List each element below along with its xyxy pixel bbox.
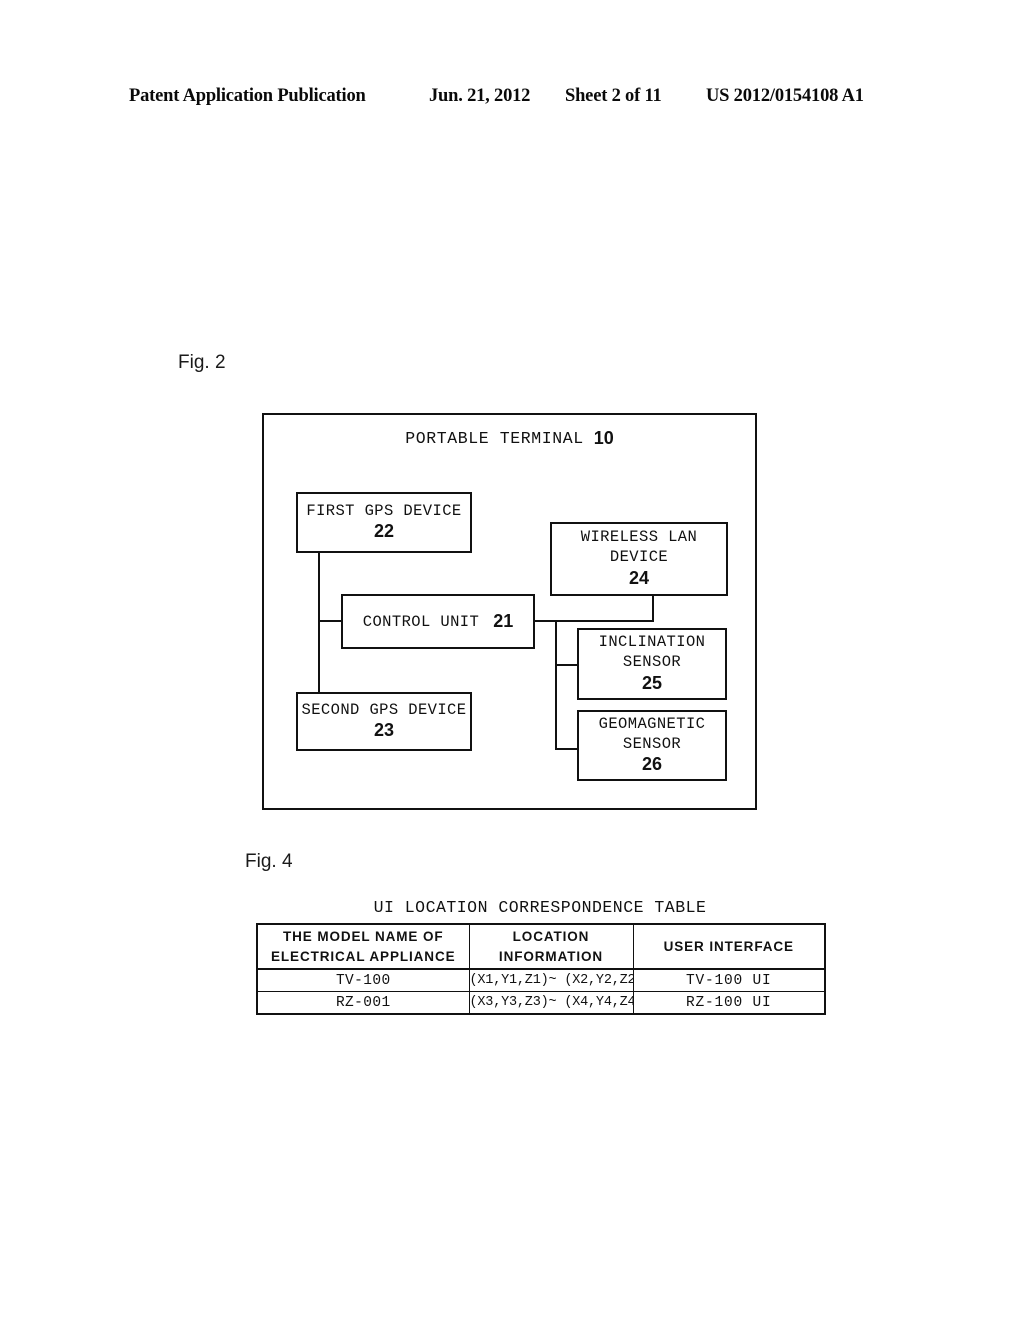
block-wireless-lan-device-label-line1: WIRELESS LAN [580,528,698,547]
cell-model-name: RZ-001 [256,991,470,1015]
cell-location-information: (X3,Y3,Z3)~ (X4,Y4,Z4) [468,991,634,1015]
connector-to-geomagnetic-sensor [555,748,579,750]
portable-terminal-title-text: PORTABLE TERMINAL [405,429,584,448]
table-row: TV-100 (X1,Y1,Z1)~ (X2,Y2,Z2) TV-100 UI [256,968,826,992]
block-geomagnetic-sensor-label-line2: SENSOR [622,734,682,753]
portable-terminal-ref-number: 10 [593,428,614,448]
block-wireless-lan-device: WIRELESS LAN DEVICE 24 [550,522,728,596]
page-header: Patent Application Publication Jun. 21, … [0,86,1024,116]
portable-terminal-title: PORTABLE TERMINAL 10 [262,428,757,449]
column-header-location-information: LOCATION INFORMATION [468,923,634,970]
cell-user-interface: TV-100 UI [632,968,826,992]
block-first-gps-device-label: FIRST GPS DEVICE [306,501,462,520]
column-header-model-name: THE MODEL NAME OF ELECTRICAL APPLIANCE [256,923,470,970]
block-inclination-sensor: INCLINATION SENSOR 25 [577,628,727,700]
block-wireless-lan-device-label-line2: DEVICE [609,548,669,567]
block-inclination-sensor-ref: 25 [641,672,663,693]
block-second-gps-device: SECOND GPS DEVICE 23 [296,692,472,751]
figure-4-table-figure: UI LOCATION CORRESPONDENCE TABLE THE MOD… [256,898,826,1015]
block-geomagnetic-sensor: GEOMAGNETIC SENSOR 26 [577,710,727,781]
connector-to-inclination-sensor [555,664,579,666]
header-publication-date: Jun. 21, 2012 [429,86,531,106]
block-inclination-sensor-label-line1: INCLINATION [598,633,706,652]
block-first-gps-device-ref: 22 [373,521,395,542]
block-second-gps-device-ref: 23 [373,720,395,741]
ui-location-correspondence-table: THE MODEL NAME OF ELECTRICAL APPLIANCE L… [256,923,826,1015]
connector-left-bus-to-control-unit [318,620,343,622]
figure-4-label: Fig. 4 [245,851,293,872]
column-header-location-information-line2: INFORMATION [498,948,604,964]
header-sheet-number: Sheet 2 of 11 [565,86,662,106]
block-geomagnetic-sensor-ref: 26 [641,754,663,775]
connector-to-wireless-lan-device [652,596,654,622]
header-patent-number: US 2012/0154108 A1 [706,86,864,106]
figure-2-label: Fig. 2 [178,352,226,373]
connector-left-bus-vertical [318,553,320,692]
table-caption: UI LOCATION CORRESPONDENCE TABLE [373,898,707,917]
block-control-unit-ref: 21 [493,610,514,631]
block-inclination-sensor-label-line2: SENSOR [622,653,682,672]
patent-page: Patent Application Publication Jun. 21, … [0,0,1024,1320]
cell-location-information: (X1,Y1,Z1)~ (X2,Y2,Z2) [468,968,634,992]
cell-user-interface: RZ-100 UI [632,991,826,1015]
column-header-model-name-line1: THE MODEL NAME OF [282,929,444,945]
block-second-gps-device-label: SECOND GPS DEVICE [301,700,467,719]
cell-model-name: TV-100 [256,968,470,992]
block-geomagnetic-sensor-label-line1: GEOMAGNETIC [598,714,706,733]
column-header-model-name-line2: ELECTRICAL APPLIANCE [270,948,456,964]
block-control-unit-label: CONTROL UNIT [362,612,480,631]
block-wireless-lan-device-ref: 24 [628,567,650,588]
table-row: RZ-001 (X3,Y3,Z3)~ (X4,Y4,Z4) RZ-100 UI [256,991,826,1015]
figure-2-block-diagram: PORTABLE TERMINAL 10 FIRST GPS DEVICE 22 … [262,413,757,810]
table-header-row: THE MODEL NAME OF ELECTRICAL APPLIANCE L… [256,923,826,970]
connector-control-unit-to-right-bus [535,620,654,622]
header-publication-title: Patent Application Publication [129,86,366,106]
connector-right-bus-vertical [555,620,557,750]
column-header-user-interface-line1: USER INTERFACE [663,938,794,954]
block-first-gps-device: FIRST GPS DEVICE 22 [296,492,472,553]
column-header-user-interface: USER INTERFACE [632,923,826,970]
block-control-unit: CONTROL UNIT 21 [341,594,535,649]
column-header-location-information-line1: LOCATION [512,929,590,945]
